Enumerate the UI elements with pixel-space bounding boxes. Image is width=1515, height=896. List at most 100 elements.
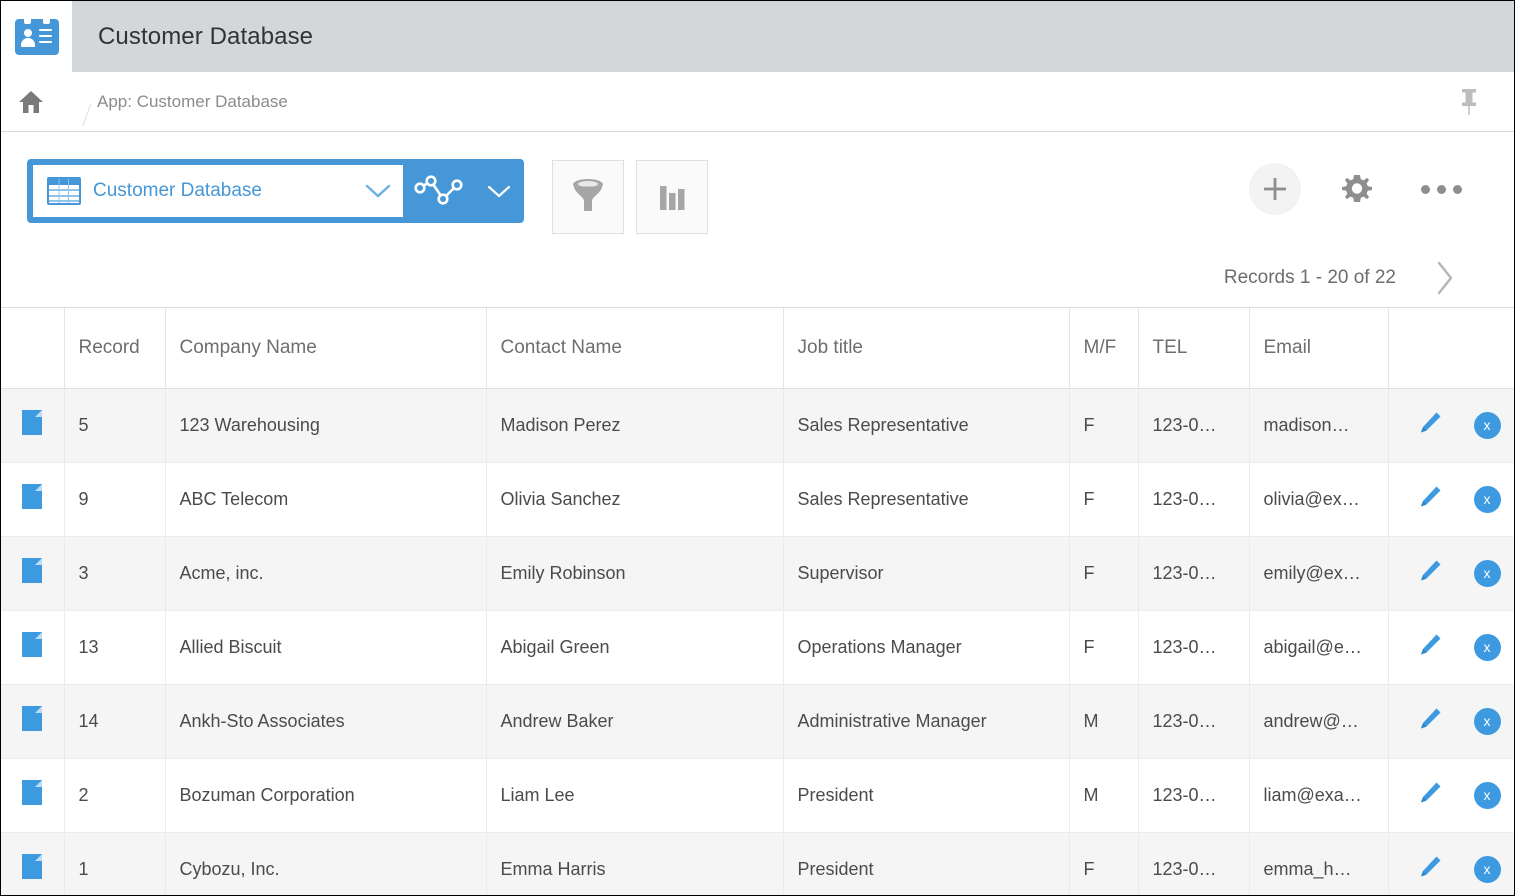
column-header-company[interactable]: Company Name bbox=[165, 308, 487, 389]
app-icon-container[interactable] bbox=[1, 1, 72, 72]
edit-record-button[interactable] bbox=[1417, 410, 1443, 441]
breadcrumb-separator bbox=[61, 72, 91, 132]
cell-job: Supervisor bbox=[783, 536, 1070, 611]
column-header-record[interactable]: Record bbox=[64, 308, 166, 389]
cell-email[interactable]: emily@ex… bbox=[1249, 536, 1389, 611]
cell-email[interactable]: madison… bbox=[1249, 388, 1389, 463]
cell-mf: F bbox=[1069, 832, 1139, 895]
next-page-button[interactable] bbox=[1416, 259, 1474, 297]
records-table: Record Company Name Contact Name Job tit… bbox=[1, 308, 1514, 895]
document-icon[interactable] bbox=[22, 780, 43, 805]
more-options-button[interactable] bbox=[1415, 163, 1467, 215]
app-title-area: Customer Database bbox=[72, 1, 1514, 72]
cell-job: Sales Representative bbox=[783, 462, 1070, 537]
edit-record-button[interactable] bbox=[1417, 854, 1443, 885]
view-select-label: Customer Database bbox=[93, 180, 262, 201]
column-header-contact[interactable]: Contact Name bbox=[486, 308, 784, 389]
chart-view-button[interactable] bbox=[403, 160, 475, 222]
edit-record-button[interactable] bbox=[1417, 558, 1443, 589]
line-chart-icon bbox=[414, 175, 463, 205]
cell-mf: M bbox=[1069, 758, 1139, 833]
column-header-job[interactable]: Job title bbox=[783, 308, 1070, 389]
column-header-mf[interactable]: M/F bbox=[1069, 308, 1139, 389]
home-button[interactable] bbox=[1, 89, 61, 115]
delete-circle-icon: x bbox=[1473, 781, 1501, 809]
table-row[interactable]: 1 Cybozu, Inc. Emma Harris President F 1… bbox=[1, 832, 1514, 895]
page-title: Customer Database bbox=[98, 22, 314, 50]
delete-record-button[interactable]: x bbox=[1473, 855, 1501, 883]
chart-view-dropdown[interactable] bbox=[475, 160, 523, 222]
cell-contact: Emma Harris bbox=[486, 832, 784, 895]
table-row[interactable]: 3 Acme, inc. Emily Robinson Supervisor F… bbox=[1, 536, 1514, 611]
view-select-dropdown[interactable]: Customer Database bbox=[33, 165, 403, 217]
document-icon[interactable] bbox=[22, 484, 43, 509]
delete-record-button[interactable]: x bbox=[1473, 633, 1501, 661]
cell-email[interactable]: abigail@e… bbox=[1249, 610, 1389, 685]
row-open-record-cell[interactable] bbox=[1, 684, 65, 759]
document-icon[interactable] bbox=[22, 632, 43, 657]
edit-record-button[interactable] bbox=[1417, 780, 1443, 811]
home-icon bbox=[19, 90, 43, 113]
table-body: 5 123 Warehousing Madison Perez Sales Re… bbox=[1, 388, 1514, 895]
column-header-email[interactable]: Email bbox=[1249, 308, 1389, 389]
cell-contact: Andrew Baker bbox=[486, 684, 784, 759]
document-icon[interactable] bbox=[22, 558, 43, 583]
delete-record-button[interactable]: x bbox=[1473, 559, 1501, 587]
row-open-record-cell[interactable] bbox=[1, 832, 65, 895]
pencil-edit-icon bbox=[1420, 486, 1440, 506]
cell-email[interactable]: emma_h… bbox=[1249, 832, 1389, 895]
cell-actions: x bbox=[1388, 832, 1514, 895]
cell-tel[interactable]: 123-0… bbox=[1138, 462, 1250, 537]
row-open-record-cell[interactable] bbox=[1, 610, 65, 685]
records-table-container[interactable]: Record Company Name Contact Name Job tit… bbox=[1, 307, 1514, 895]
row-open-record-cell[interactable] bbox=[1, 462, 65, 537]
breadcrumb-path[interactable]: App: Customer Database bbox=[97, 92, 288, 112]
cell-company: ABC Telecom bbox=[165, 462, 487, 537]
cell-company: Ankh-Sto Associates bbox=[165, 684, 487, 759]
cell-email[interactable]: olivia@ex… bbox=[1249, 462, 1389, 537]
table-row[interactable]: 13 Allied Biscuit Abigail Green Operatio… bbox=[1, 610, 1514, 685]
row-open-record-cell[interactable] bbox=[1, 388, 65, 463]
cell-tel[interactable]: 123-0… bbox=[1138, 536, 1250, 611]
delete-record-button[interactable]: x bbox=[1473, 781, 1501, 809]
view-switcher: Customer Database bbox=[28, 160, 523, 222]
edit-record-button[interactable] bbox=[1417, 706, 1443, 737]
table-row[interactable]: 5 123 Warehousing Madison Perez Sales Re… bbox=[1, 388, 1514, 463]
document-icon[interactable] bbox=[22, 410, 43, 435]
table-row[interactable]: 2 Bozuman Corporation Liam Lee President… bbox=[1, 758, 1514, 833]
cell-tel[interactable]: 123-0… bbox=[1138, 684, 1250, 759]
cell-actions: x bbox=[1388, 536, 1514, 611]
pencil-edit-icon bbox=[1420, 412, 1440, 432]
delete-record-button[interactable]: x bbox=[1473, 411, 1501, 439]
edit-record-button[interactable] bbox=[1417, 484, 1443, 515]
document-icon[interactable] bbox=[22, 706, 43, 731]
column-header-doc[interactable] bbox=[1, 308, 65, 389]
cell-record: 3 bbox=[64, 536, 166, 611]
cell-email[interactable]: liam@exa… bbox=[1249, 758, 1389, 833]
row-open-record-cell[interactable] bbox=[1, 758, 65, 833]
document-icon[interactable] bbox=[22, 854, 43, 879]
delete-record-button[interactable]: x bbox=[1473, 485, 1501, 513]
chevron-down-icon bbox=[365, 184, 391, 198]
cell-tel[interactable]: 123-0… bbox=[1138, 388, 1250, 463]
delete-circle-icon: x bbox=[1473, 707, 1501, 735]
table-row[interactable]: 14 Ankh-Sto Associates Andrew Baker Admi… bbox=[1, 684, 1514, 759]
edit-record-button[interactable] bbox=[1417, 632, 1443, 663]
cell-tel[interactable]: 123-0… bbox=[1138, 832, 1250, 895]
pin-button[interactable] bbox=[1424, 87, 1514, 117]
record-count-label: Records 1 - 20 of 22 bbox=[1223, 266, 1396, 288]
app-titlebar: Customer Database bbox=[1, 1, 1514, 72]
table-row[interactable]: 9 ABC Telecom Olivia Sanchez Sales Repre… bbox=[1, 462, 1514, 537]
cell-email[interactable]: andrew@… bbox=[1249, 684, 1389, 759]
settings-button[interactable] bbox=[1331, 163, 1383, 215]
graph-button[interactable] bbox=[636, 160, 708, 234]
add-record-button[interactable] bbox=[1249, 163, 1301, 215]
cell-tel[interactable]: 123-0… bbox=[1138, 758, 1250, 833]
column-header-tel[interactable]: TEL bbox=[1138, 308, 1250, 389]
cell-actions: x bbox=[1388, 684, 1514, 759]
filter-button[interactable] bbox=[552, 160, 624, 234]
delete-record-button[interactable]: x bbox=[1473, 707, 1501, 735]
cell-tel[interactable]: 123-0… bbox=[1138, 610, 1250, 685]
plus-icon bbox=[1264, 178, 1286, 200]
row-open-record-cell[interactable] bbox=[1, 536, 65, 611]
